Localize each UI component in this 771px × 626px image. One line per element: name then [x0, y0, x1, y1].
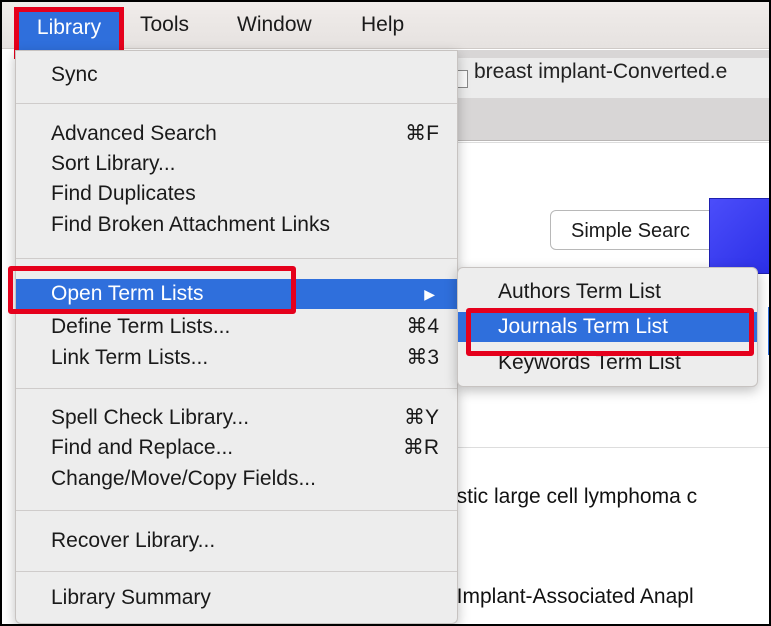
- menu-separator: [16, 388, 457, 389]
- menu-item-change-fields[interactable]: Change/Move/Copy Fields...: [16, 464, 457, 494]
- shortcut-label: ⌘Y: [403, 406, 439, 429]
- menu-item-find-broken-links[interactable]: Find Broken Attachment Links: [16, 210, 457, 240]
- document-tab-title: breast implant-Converted.e: [474, 60, 728, 83]
- menu-item-define-term-lists[interactable]: Define Term Lists... ⌘4: [16, 312, 457, 342]
- term-lists-submenu: Authors Term List Journals Term List Key…: [457, 267, 758, 387]
- menu-item-link-term-lists[interactable]: Link Term Lists... ⌘3: [16, 343, 457, 373]
- menu-item-spell-check[interactable]: Spell Check Library... ⌘Y: [16, 403, 457, 433]
- screenshot-frame: breast implant-Converted.e Simple Searc …: [0, 0, 771, 626]
- shortcut-label: ⌘3: [406, 346, 439, 369]
- menu-separator: [16, 571, 457, 572]
- menu-window[interactable]: Window: [237, 2, 312, 48]
- menu-separator: [16, 258, 457, 259]
- menu-item-library-summary[interactable]: Library Summary: [16, 583, 457, 613]
- shortcut-label: ⌘R: [402, 436, 439, 459]
- menu-help[interactable]: Help: [361, 2, 404, 48]
- divider: [442, 142, 769, 143]
- reference-row[interactable]: t Implant-Associated Anapl: [445, 585, 694, 609]
- menu-item-open-term-lists[interactable]: Open Term Lists ▶: [16, 279, 457, 309]
- menu-item-find-duplicates[interactable]: Find Duplicates: [16, 179, 457, 209]
- divider: [442, 447, 769, 448]
- menu-item-sync[interactable]: Sync: [16, 60, 457, 90]
- menu-item-sort-library[interactable]: Sort Library...: [16, 149, 457, 179]
- menu-separator: [16, 510, 457, 511]
- submenu-item-authors[interactable]: Authors Term List: [458, 277, 757, 307]
- submenu-arrow-icon: ▶: [424, 286, 435, 302]
- shortcut-label: ⌘F: [405, 122, 439, 145]
- reference-row[interactable]: astic large cell lymphoma c: [445, 485, 697, 509]
- menu-separator: [16, 103, 457, 104]
- submenu-item-keywords[interactable]: Keywords Term List: [458, 348, 757, 378]
- menu-item-find-replace[interactable]: Find and Replace... ⌘R: [16, 433, 457, 463]
- library-menu: Sync Advanced Search ⌘F Sort Library... …: [15, 50, 458, 624]
- menu-bar: Library Tools Window Help: [2, 2, 769, 59]
- blue-overlay-shape: [709, 198, 769, 274]
- menu-tools[interactable]: Tools: [140, 2, 189, 48]
- menu-item-recover-library[interactable]: Recover Library...: [16, 526, 457, 556]
- submenu-item-journals[interactable]: Journals Term List: [458, 312, 757, 342]
- simple-search-button[interactable]: Simple Searc: [550, 210, 730, 250]
- menu-item-advanced-search[interactable]: Advanced Search ⌘F: [16, 119, 457, 149]
- shortcut-label: ⌘4: [406, 315, 439, 338]
